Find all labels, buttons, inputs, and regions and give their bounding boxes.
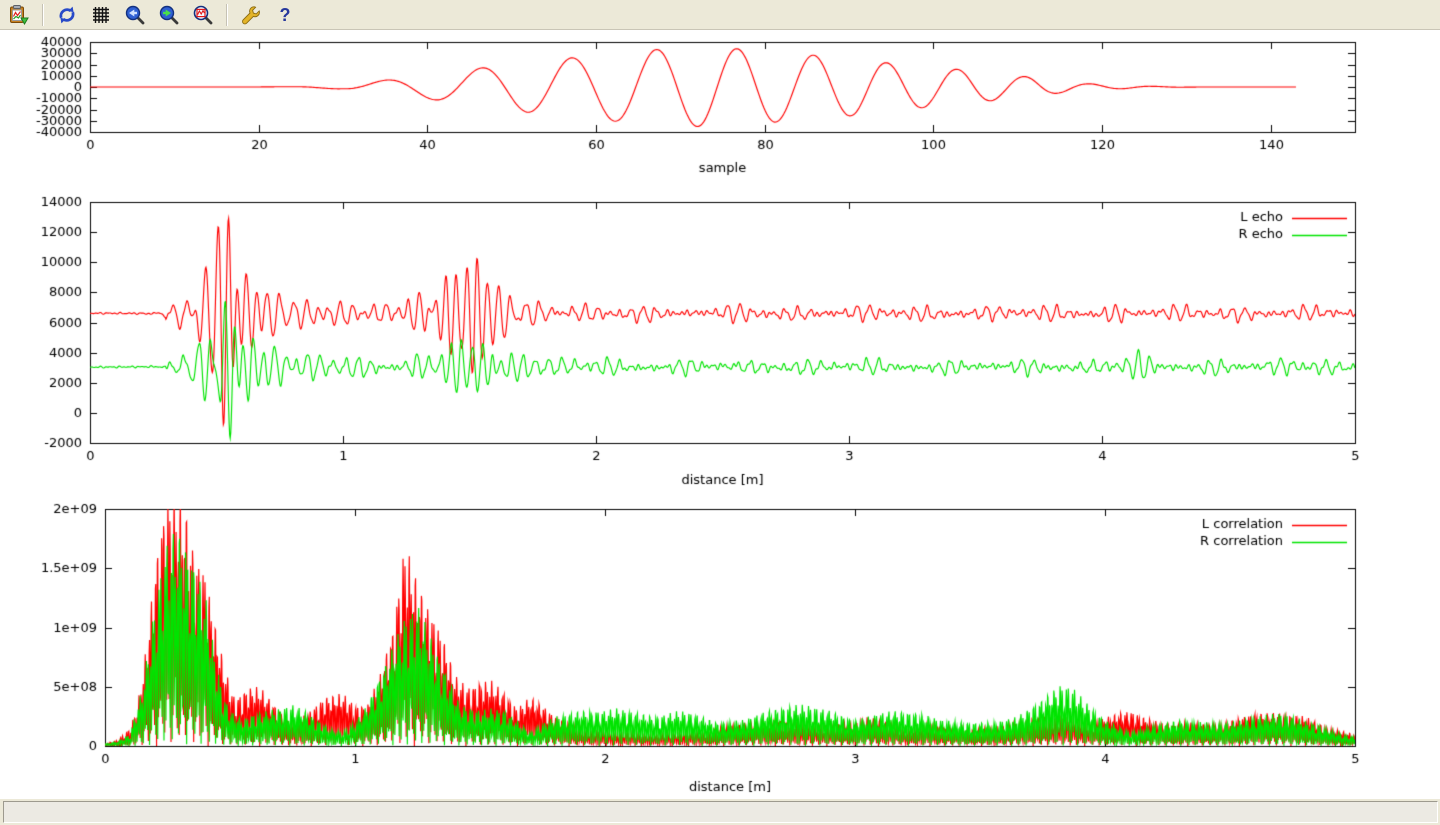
toolbar: ? [0, 0, 1440, 30]
correlation-chart[interactable] [0, 495, 1440, 799]
toolbar-button-toggle-grid[interactable] [87, 2, 115, 28]
status-bar [0, 799, 1440, 825]
magnifier-plot-icon [192, 4, 214, 26]
status-bar-text [3, 801, 1438, 823]
svg-text:?: ? [280, 5, 291, 25]
toolbar-button-configure[interactable] [237, 2, 265, 28]
magnifier-left-arrow-icon [124, 4, 146, 26]
gnuplot-window: ? [0, 0, 1440, 825]
magnifier-right-arrow-icon [158, 4, 180, 26]
toolbar-button-zoom-previous[interactable] [121, 2, 149, 28]
refresh-arrows-icon [56, 4, 78, 26]
wrench-icon [240, 4, 262, 26]
toolbar-button-zoom-autoscale[interactable] [189, 2, 217, 28]
clipboard-chart-icon [8, 4, 30, 26]
echo-input-signal-chart[interactable] [0, 30, 1440, 195]
echo-traces-chart[interactable] [0, 195, 1440, 495]
grid-icon [90, 4, 112, 26]
toolbar-separator [226, 4, 228, 26]
toolbar-button-help[interactable]: ? [271, 2, 299, 28]
toolbar-separator [42, 4, 44, 26]
toolbar-button-replot[interactable] [53, 2, 81, 28]
toolbar-button-copy-to-clipboard[interactable] [5, 2, 33, 28]
question-mark-icon: ? [274, 4, 296, 26]
plot-canvas-area [0, 30, 1440, 799]
toolbar-button-zoom-next[interactable] [155, 2, 183, 28]
